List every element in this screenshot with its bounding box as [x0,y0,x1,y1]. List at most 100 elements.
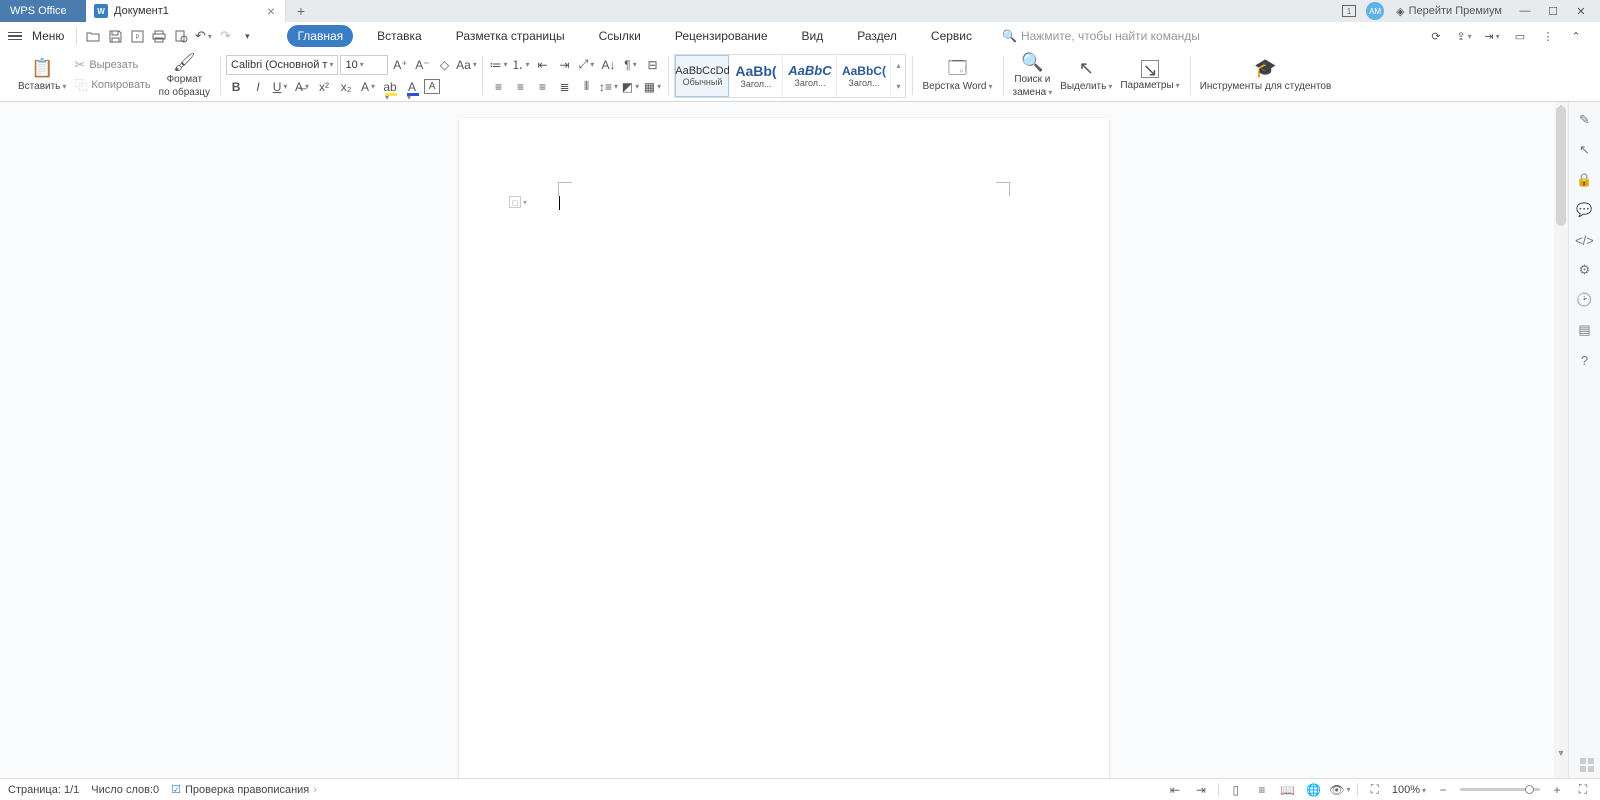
font-color-button[interactable]: A [402,77,422,97]
qat-customize-icon[interactable]: ▾ [237,26,257,46]
options-button[interactable]: ↘ Параметры [1116,58,1183,93]
tab-tools[interactable]: Сервис [921,25,982,47]
maximize-button[interactable]: ☐ [1542,0,1564,22]
font-size-select[interactable]: 10 [340,55,388,75]
justify-button[interactable]: ≣ [554,77,574,97]
font-name-select[interactable]: Calibri (Основной т [226,55,338,75]
layers-icon[interactable]: ▤ [1575,320,1595,340]
change-case-icon[interactable]: Aa [456,55,476,75]
tab-section[interactable]: Раздел [847,25,907,47]
underline-button[interactable]: U [270,77,290,97]
italic-button[interactable]: I [248,77,268,97]
char-border-button[interactable]: A [424,79,440,94]
line-spacing-button[interactable]: ↕≡ [598,77,618,97]
zoom-slider[interactable] [1460,788,1540,791]
align-center-button[interactable]: ≡ [510,77,530,97]
export-pdf-icon[interactable]: P [127,26,147,46]
select-button[interactable]: ↖ Выделить [1056,57,1116,94]
text-effects-button[interactable]: A [358,77,378,97]
zoom-out-button[interactable]: − [1434,781,1452,799]
command-search[interactable]: 🔍 Нажмите, чтобы найти команды [1002,29,1200,43]
cut-button[interactable]: ✂Вырезать [74,57,150,73]
redo-button[interactable]: ↷ [215,26,235,46]
help-icon[interactable]: ? [1575,350,1595,370]
hamburger-icon[interactable] [6,28,24,45]
highlight-button[interactable]: ab [380,77,400,97]
web-view-icon[interactable]: 🌐 [1305,781,1323,799]
print-preview-icon[interactable] [171,26,191,46]
zoom-in-button[interactable]: + [1548,781,1566,799]
add-tab-button[interactable]: + [286,3,316,19]
presentation-icon[interactable]: ▭ [1510,26,1530,46]
lock-icon[interactable]: 🔒 [1575,170,1595,190]
scroll-thumb[interactable] [1556,106,1566,226]
fit-width-icon[interactable]: ⇤ [1166,781,1184,799]
premium-button[interactable]: ◈ Перейти Премиум [1390,5,1508,18]
page-indicator[interactable]: Страница: 1/1 [8,784,79,796]
scroll-down-icon[interactable]: ▼ [1554,748,1568,758]
undo-button[interactable]: ↶ [193,26,213,46]
section-control-arrow[interactable]: ▾ [523,198,527,207]
avatar[interactable]: АМ [1366,2,1384,20]
student-tools-button[interactable]: 🎓 Инструменты для студентов [1196,57,1336,94]
comment-icon[interactable]: 💬 [1575,200,1595,220]
bullets-button[interactable]: ≔ [488,55,508,75]
page-view-icon[interactable]: ▯ [1227,781,1245,799]
open-icon[interactable] [83,26,103,46]
pointer-icon[interactable]: ↖ [1575,140,1595,160]
apps-grid-icon[interactable] [1580,758,1594,772]
eye-view-icon[interactable]: 👁 [1331,781,1349,799]
reading-view-icon[interactable]: 📖 [1279,781,1297,799]
sync-icon[interactable]: ⟳ [1426,26,1446,46]
document-tab[interactable]: W Документ1 × [86,0,286,22]
vertical-scrollbar[interactable]: ▲ ▼ [1554,102,1568,778]
minimize-button[interactable]: — [1514,0,1536,22]
styles-gallery[interactable]: AaBbCcDd Обычный AaBb( Загол... AaBbC За… [674,54,906,98]
tab-view[interactable]: Вид [792,25,834,47]
style-heading2[interactable]: AaBbC Загол... [783,55,837,97]
zoom-fit-icon[interactable]: ⛶ [1366,781,1384,799]
shading-button[interactable]: ◩ [620,77,640,97]
tab-home[interactable]: Главная [287,25,353,47]
word-layout-button[interactable]: 🗔 Верстка Word [918,57,996,94]
print-icon[interactable] [149,26,169,46]
tab-stops-button[interactable]: ⊟ [642,55,662,75]
zoom-value[interactable]: 100% [1392,784,1426,796]
decrease-indent-button[interactable]: ⇤ [532,55,552,75]
pilcrow-button[interactable]: ¶ [620,55,640,75]
style-heading1[interactable]: AaBb( Загол... [729,55,783,97]
find-replace-button[interactable]: 🔍 Поиск и замена [1009,51,1057,101]
word-count[interactable]: Число слов:0 [91,784,159,796]
subscript-button[interactable]: x₂ [336,77,356,97]
distribute-button[interactable]: ⫴ [576,77,596,97]
page[interactable]: ◻ ▾ [459,118,1109,778]
strikethrough-button[interactable]: A̶ [292,77,312,97]
borders-button[interactable]: ▦ [642,77,662,97]
grow-font-icon[interactable]: A⁺ [390,55,410,75]
app-tab[interactable]: WPS Office [0,0,86,22]
align-right-button[interactable]: ≡ [532,77,552,97]
code-icon[interactable]: </> [1575,230,1595,250]
numbering-button[interactable]: ⒈ [510,55,530,75]
more-icon[interactable]: ⋮ [1538,26,1558,46]
bold-button[interactable]: B [226,77,246,97]
close-window-button[interactable]: ✕ [1570,0,1592,22]
superscript-button[interactable]: x² [314,77,334,97]
increase-indent-button[interactable]: ⇥ [554,55,574,75]
fullscreen-icon[interactable]: ⛶ [1574,781,1592,799]
sort-button[interactable]: A↓ [598,55,618,75]
copy-button[interactable]: ⿻Копировать [74,75,150,94]
save-icon[interactable] [105,26,125,46]
pencil-icon[interactable]: ✎ [1575,110,1595,130]
collapse-ribbon-icon[interactable]: ⌃ [1566,26,1586,46]
export-icon[interactable]: ⇥ [1482,26,1502,46]
menu-label[interactable]: Меню [26,29,70,43]
paste-button[interactable]: 📋 Вставить [14,57,70,94]
clear-format-icon[interactable]: ◇ [434,55,454,75]
spellcheck-toggle[interactable]: ☑ Проверка правописания › [171,783,317,796]
style-normal[interactable]: AaBbCcDd Обычный [675,55,729,97]
history-icon[interactable]: 🕑 [1575,290,1595,310]
fit-page-icon[interactable]: ⇥ [1192,781,1210,799]
text-direction-button[interactable]: ⤢ [576,55,596,75]
shrink-font-icon[interactable]: A⁻ [412,55,432,75]
